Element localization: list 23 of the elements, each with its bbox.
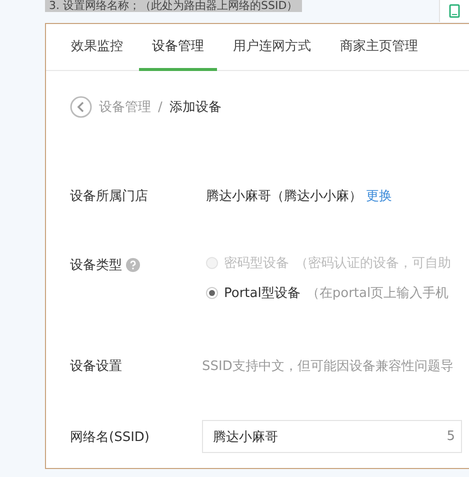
field-label: 设备设置: [70, 358, 123, 375]
character-count: 5: [446, 429, 455, 444]
hint-text: SSID支持中文，但可能因设备兼容性问题导: [202, 358, 454, 375]
field-label: 网络名(SSID): [70, 428, 150, 446]
step-caption: 3. 设置网络名称；（此处为路由器上网络的SSID）: [45, 0, 302, 12]
help-icon[interactable]: [126, 258, 140, 272]
breadcrumb-separator: /: [158, 100, 162, 114]
breadcrumb-current: 添加设备: [169, 99, 222, 116]
ssid-input[interactable]: 腾达小麻哥 5: [202, 420, 462, 453]
option-description: （密码认证的设备，可自助: [295, 255, 451, 272]
field-label: 设备所属门店: [70, 188, 149, 205]
nav-tab[interactable]: 用户连网方式: [220, 24, 324, 71]
nav-tab[interactable]: 设备管理: [139, 24, 217, 71]
store-name: 腾达小麻哥（腾达小小麻）: [206, 188, 362, 205]
option-description: （在portal页上输入手机: [306, 285, 449, 302]
back-icon[interactable]: [70, 96, 92, 118]
nav-tab[interactable]: 商家主页管理: [327, 24, 431, 71]
field-label: 设备类型: [70, 257, 122, 274]
radio-button[interactable]: [206, 287, 218, 299]
nav-tab[interactable]: 效果监控: [58, 24, 136, 71]
phone-icon[interactable]: [449, 4, 460, 18]
option-label[interactable]: Portal型设备: [224, 284, 300, 302]
change-link[interactable]: 更换: [366, 187, 392, 205]
